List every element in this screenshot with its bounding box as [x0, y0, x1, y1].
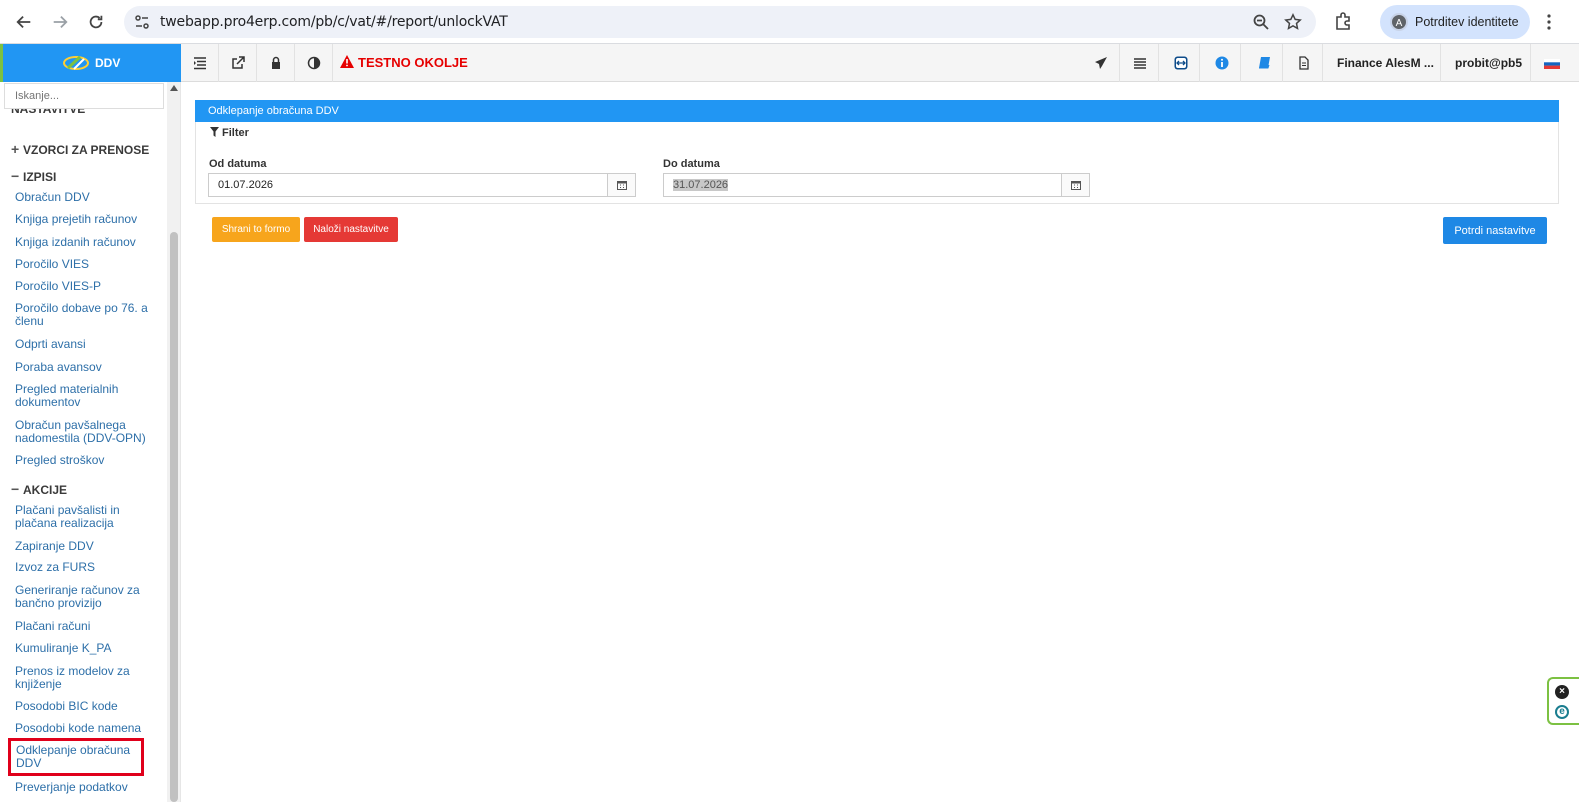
filter-toggle[interactable]: Filter: [210, 127, 249, 139]
scroll-up-arrow-icon[interactable]: [170, 85, 178, 91]
filter-icon: [210, 127, 219, 137]
extensions-puzzle-icon[interactable]: [1333, 11, 1353, 31]
test-env-text: TESTNO OKOLJE: [358, 55, 468, 70]
panel-title: Odklepanje obračuna DDV: [195, 100, 1559, 122]
section-label: AKCIJE: [23, 483, 68, 497]
close-icon[interactable]: ×: [1555, 685, 1569, 699]
minus-icon: −: [11, 481, 20, 497]
test-environment-label: TESTNO OKOLJE: [340, 55, 468, 70]
sidebar-scrollbar[interactable]: [167, 82, 180, 802]
minus-icon: −: [11, 168, 20, 184]
sidebar-item-placani-pavsalisti[interactable]: Plačani pavšalisti in plačana realizacij…: [15, 504, 155, 530]
confirm-settings-button[interactable]: Potrdi nastavitve: [1443, 217, 1547, 244]
sidebar-section-actions[interactable]: − AKCIJE: [11, 481, 67, 497]
sidebar-item-prenos-iz-modelov[interactable]: Prenos iz modelov za knjiženje: [15, 665, 155, 691]
menu-toggle-icon[interactable]: [181, 44, 219, 82]
address-bar[interactable]: twebapp.pro4erp.com/pb/c/vat/#/report/un…: [124, 6, 1316, 38]
from-calendar-button[interactable]: [607, 174, 635, 196]
back-arrow-icon[interactable]: [12, 10, 36, 34]
sidebar-item-preverjanje-podatkov[interactable]: Preverjanje podatkov: [15, 781, 155, 794]
section-label: VZORCI ZA PRENOSE: [23, 143, 150, 157]
sidebar-item-placani-racuni[interactable]: Plačani računi: [15, 620, 155, 633]
calendar-icon: [1070, 181, 1081, 190]
browser-menu-icon[interactable]: [1540, 12, 1558, 32]
to-date-label: Do datuma: [663, 158, 720, 170]
teamviewer-icon[interactable]: [1162, 44, 1200, 82]
sidebar-item-obracun-pavsalnega[interactable]: Obračun pavšalnega nadomestila (DDV-OPN): [15, 419, 155, 445]
sidebar-item-kumuliranje[interactable]: Kumuliranje K_PA: [15, 642, 155, 655]
sidebar-item-poraba-avansov[interactable]: Poraba avansov: [15, 361, 155, 374]
document-icon[interactable]: [1285, 44, 1323, 82]
load-settings-button[interactable]: Naloži nastavitve: [304, 217, 398, 242]
sidebar-item-pregled-materialnih[interactable]: Pregled materialnih dokumentov: [15, 383, 155, 409]
list-settings-icon[interactable]: [1121, 44, 1159, 82]
profile-button[interactable]: A Potrditev identitete: [1380, 5, 1530, 39]
sidebar-item-odklepanje-obracuna[interactable]: Odklepanje obračuna DDV: [8, 738, 144, 776]
to-date-value[interactable]: 31.07.2026: [673, 179, 729, 191]
slovenian-flag-icon[interactable]: [1544, 59, 1560, 69]
header-divider: [1530, 44, 1531, 82]
from-date-label: Od datuma: [209, 158, 267, 170]
url-text[interactable]: twebapp.pro4erp.com/pb/c/vat/#/report/un…: [160, 14, 508, 30]
user-login[interactable]: probit@pb5: [1455, 56, 1522, 70]
browser-toolbar: twebapp.pro4erp.com/pb/c/vat/#/report/un…: [0, 0, 1579, 44]
to-date-field[interactable]: 31.07.2026: [663, 173, 1090, 197]
sidebar-item-porocilo-dobave[interactable]: Poročilo dobave po 76. a členu: [15, 302, 155, 328]
lock-icon[interactable]: [257, 44, 295, 82]
brand-logo-icon: [63, 55, 89, 70]
brand-home-link[interactable]: DDV: [0, 44, 181, 82]
search-input[interactable]: [5, 84, 163, 108]
sidebar-item-porocilo-vies-p[interactable]: Poročilo VIES-P: [15, 280, 155, 293]
section-label: IZPISI: [23, 170, 57, 184]
send-icon[interactable]: [1082, 44, 1120, 82]
warning-icon: [340, 55, 354, 68]
bookmark-star-icon[interactable]: [1284, 13, 1302, 31]
scroll-thumb[interactable]: [170, 232, 178, 802]
e-widget-icon[interactable]: e: [1555, 705, 1569, 719]
plus-icon: +: [11, 141, 20, 157]
sidebar-search[interactable]: [4, 83, 164, 109]
reload-icon[interactable]: [84, 10, 108, 34]
profile-label: Potrditev identitete: [1415, 15, 1519, 29]
info-icon[interactable]: [1203, 44, 1241, 82]
to-calendar-button[interactable]: [1061, 174, 1089, 196]
sidebar-item-porocilo-vies[interactable]: Poročilo VIES: [15, 258, 155, 271]
sidebar: NASTAVITVE +VZORCI ZA PRENOSE −IZPISI Ob…: [0, 82, 181, 802]
sidebar-item-zapiranje-ddv[interactable]: Zapiranje DDV: [15, 540, 155, 553]
sidebar-item-odprti-avansi[interactable]: Odprti avansi: [15, 338, 155, 351]
zoom-icon[interactable]: [1252, 13, 1270, 31]
sidebar-section-templates[interactable]: + VZORCI ZA PRENOSE: [11, 141, 149, 157]
sidebar-item-posodobi-kode-namena[interactable]: Posodobi kode namena: [15, 722, 155, 735]
brand-label: DDV: [95, 56, 121, 70]
sidebar-item-knjiga-izdanih[interactable]: Knjiga izdanih računov: [15, 236, 155, 249]
from-date-value[interactable]: 01.07.2026: [218, 179, 273, 191]
manual-book-icon[interactable]: [1245, 44, 1283, 82]
sidebar-item-posodobi-bic[interactable]: Posodobi BIC kode: [15, 700, 155, 713]
floating-widget: × e: [1547, 677, 1579, 725]
site-settings-icon[interactable]: [134, 14, 150, 30]
app-header: DDV TESTNO OKOLJE Finance AlesM ... prob…: [0, 44, 1579, 82]
sidebar-item-knjiga-prejetih[interactable]: Knjiga prejetih računov: [15, 213, 155, 226]
filter-text: Filter: [222, 127, 249, 139]
calendar-icon: [616, 181, 627, 190]
sidebar-item-izvoz-furs[interactable]: Izvoz za FURS: [15, 561, 155, 574]
from-date-field[interactable]: 01.07.2026: [208, 173, 636, 197]
user-company[interactable]: Finance AlesM ...: [1337, 56, 1434, 70]
sidebar-item-pregled-stroskov[interactable]: Pregled stroškov: [15, 454, 155, 467]
sidebar-item-obracun-ddv[interactable]: Obračun DDV: [15, 191, 155, 204]
sidebar-item-generiranje-racunov[interactable]: Generiranje računov za bančno provizijo: [15, 584, 155, 610]
external-link-icon[interactable]: [219, 44, 257, 82]
forward-arrow-icon[interactable]: [48, 10, 72, 34]
sidebar-section-reports[interactable]: − IZPISI: [11, 168, 56, 184]
contrast-icon[interactable]: [295, 44, 333, 82]
avatar: A: [1390, 13, 1408, 31]
header-divider: [1440, 44, 1441, 82]
save-form-button[interactable]: Shrani to formo: [212, 217, 300, 242]
